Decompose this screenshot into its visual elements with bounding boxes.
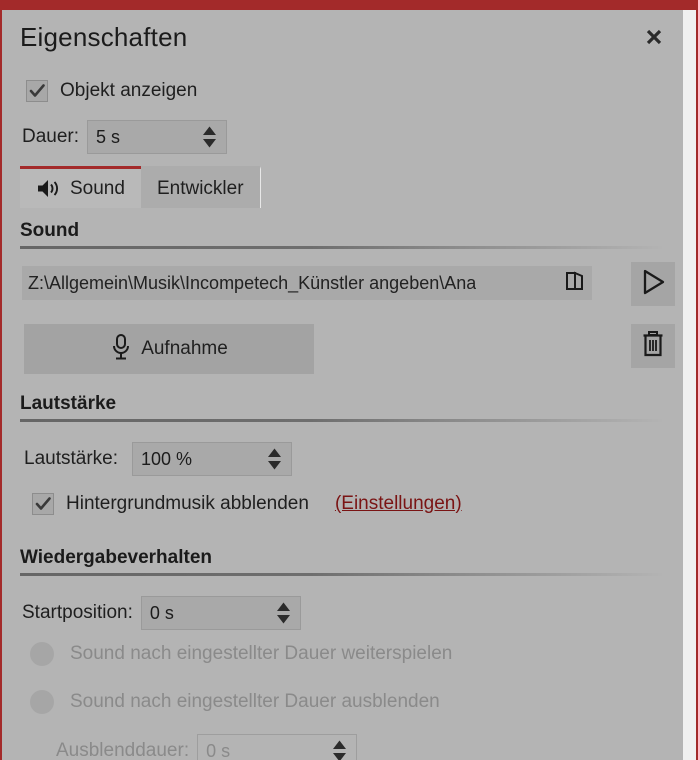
chevron-down-icon bbox=[276, 615, 290, 624]
duration-label: Dauer: bbox=[22, 126, 80, 147]
fadeout-duration-row: Ausblenddauer: 0 s bbox=[56, 734, 358, 760]
fade-music-checkbox[interactable] bbox=[32, 493, 54, 515]
chevron-down-icon bbox=[203, 139, 217, 148]
volume-spinner-arrows[interactable] bbox=[267, 448, 282, 470]
fadeout-duration-spinner: 0 s bbox=[197, 734, 358, 760]
section-divider bbox=[20, 246, 665, 249]
browse-file-button[interactable] bbox=[562, 270, 588, 296]
play-icon bbox=[638, 267, 668, 302]
duration-value: 5 s bbox=[96, 126, 121, 147]
settings-link[interactable]: (Einstellungen) bbox=[335, 493, 462, 515]
checkmark-icon bbox=[34, 495, 52, 513]
fadeout-duration-spinner-arrows bbox=[332, 740, 347, 760]
volume-spinner[interactable]: 100 % bbox=[132, 442, 292, 476]
sound-path-field[interactable]: Z:\Allgemein\Musik\Incompetech_Künstler … bbox=[22, 266, 592, 300]
start-position-value: 0 s bbox=[149, 602, 174, 623]
tab-sound[interactable]: Sound bbox=[20, 166, 141, 208]
start-position-row: Startposition: 0 s bbox=[22, 596, 301, 630]
show-object-checkbox[interactable] bbox=[26, 80, 48, 102]
tab-entwickler[interactable]: Entwickler bbox=[140, 166, 261, 208]
duration-row: Dauer: 5 s bbox=[22, 120, 228, 154]
section-divider bbox=[20, 573, 665, 576]
folder-open-icon bbox=[563, 269, 587, 298]
properties-dialog: Eigenschaften Objekt anzeigen Dauer: 5 s… bbox=[0, 0, 698, 760]
page-title: Eigenschaften bbox=[20, 22, 188, 52]
chevron-up-icon bbox=[333, 740, 347, 749]
chevron-up-icon bbox=[276, 602, 290, 611]
fadeout-duration-label: Ausblenddauer: bbox=[56, 740, 190, 760]
sound-path-row: Z:\Allgemein\Musik\Incompetech_Künstler … bbox=[22, 266, 592, 300]
record-button[interactable]: Aufnahme bbox=[24, 324, 314, 374]
sound-section-heading: Sound bbox=[20, 220, 665, 249]
chevron-down-icon bbox=[333, 753, 347, 760]
fade-music-label: Hintergrundmusik abblenden bbox=[66, 493, 309, 514]
sound-path-value: Z:\Allgemein\Musik\Incompetech_Künstler … bbox=[28, 272, 477, 293]
start-position-spinner[interactable]: 0 s bbox=[140, 596, 301, 630]
section-divider bbox=[20, 419, 665, 422]
chevron-up-icon bbox=[203, 126, 217, 135]
show-object-label: Objekt anzeigen bbox=[60, 80, 198, 101]
volume-value: 100 % bbox=[141, 448, 193, 469]
title-bar-accent bbox=[0, 0, 698, 10]
duration-spinner[interactable]: 5 s bbox=[87, 120, 228, 154]
start-position-spinner-arrows[interactable] bbox=[276, 602, 291, 624]
record-button-label: Aufnahme bbox=[141, 338, 228, 359]
tab-entwickler-label: Entwickler bbox=[156, 177, 244, 199]
volume-label: Lautstärke: bbox=[24, 448, 118, 469]
vertical-scrollbar[interactable] bbox=[683, 10, 696, 760]
speaker-icon bbox=[36, 178, 62, 199]
volume-section-title: Lautstärke bbox=[20, 393, 117, 414]
tab-bar: Sound Entwickler bbox=[20, 166, 261, 208]
fade-music-row: Hintergrundmusik abblenden (Einstellunge… bbox=[32, 493, 462, 515]
option-fadeout-row: Sound nach eingestellter Dauer ausblende… bbox=[30, 690, 440, 714]
dialog-body: Eigenschaften Objekt anzeigen Dauer: 5 s… bbox=[2, 10, 683, 760]
option-continue-row: Sound nach eingestellter Dauer weiterspi… bbox=[30, 642, 452, 666]
dialog-header: Eigenschaften bbox=[2, 10, 683, 62]
delete-sound-button[interactable] bbox=[631, 324, 675, 368]
fadeout-duration-value: 0 s bbox=[206, 740, 231, 760]
tab-sound-label: Sound bbox=[70, 177, 125, 199]
close-icon bbox=[644, 27, 664, 47]
trash-icon bbox=[639, 329, 667, 364]
playback-section-title: Wiedergabeverhalten bbox=[20, 547, 213, 568]
playback-section-heading: Wiedergabeverhalten bbox=[20, 547, 665, 576]
checkmark-icon bbox=[28, 82, 46, 100]
play-sound-button[interactable] bbox=[631, 262, 675, 306]
show-object-row[interactable]: Objekt anzeigen bbox=[26, 80, 197, 102]
chevron-down-icon bbox=[268, 461, 281, 470]
chevron-up-icon bbox=[268, 448, 281, 457]
microphone-icon bbox=[110, 333, 132, 366]
volume-row: Lautstärke: 100 % bbox=[24, 442, 292, 476]
close-button[interactable] bbox=[639, 22, 669, 52]
option-fadeout-label: Sound nach eingestellter Dauer ausblende… bbox=[70, 691, 440, 712]
duration-spinner-arrows[interactable] bbox=[202, 126, 217, 148]
volume-section-heading: Lautstärke bbox=[20, 393, 665, 422]
start-position-label: Startposition: bbox=[22, 602, 133, 623]
option-continue-radio bbox=[30, 642, 54, 666]
option-continue-label: Sound nach eingestellter Dauer weiterspi… bbox=[70, 643, 453, 664]
sound-section-title: Sound bbox=[20, 220, 80, 241]
option-fadeout-radio bbox=[30, 690, 54, 714]
